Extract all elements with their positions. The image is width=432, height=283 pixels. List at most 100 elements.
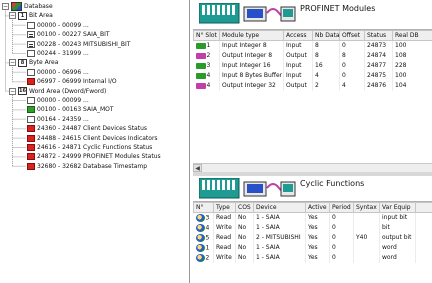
tree-item[interactable]: 00000 - 06996 ... <box>27 68 89 77</box>
table-cell <box>353 222 380 233</box>
collapse-toggle[interactable]: − <box>9 12 16 20</box>
table-row[interactable]: 3 Read No 1 - SAIA Yes 0 input bit <box>193 212 432 223</box>
tree-item[interactable]: 24872 - 24999 PROFINET Modules Status <box>27 152 161 161</box>
table-cell: 1 - SAIA <box>253 252 306 263</box>
function-number-cell: 4 <box>193 222 214 233</box>
tree-item[interactable]: 24616 - 24871 Cyclic Functions Status <box>27 143 152 152</box>
tree-item[interactable]: 00100 - 00227 SAIA_BIT <box>27 30 110 39</box>
table-row[interactable]: 2 Write No 1 - SAIA Yes 0 word <box>193 252 432 263</box>
table-cell: Input Integer 8 <box>219 40 284 51</box>
table-cell: 0 <box>329 252 354 263</box>
function-number-cell: 5 <box>193 232 214 243</box>
profinet-modules-header: PROFINET Modules <box>193 0 432 30</box>
column-header[interactable]: Device <box>253 202 306 213</box>
column-header[interactable]: Access <box>283 30 313 41</box>
table-cell <box>353 212 380 223</box>
table-cell: No <box>235 252 254 263</box>
table-cell: Write <box>213 252 236 263</box>
table-cell: 24874 <box>364 50 393 61</box>
table-cell: 0 <box>339 70 365 81</box>
function-number-cell: 1 <box>193 242 214 253</box>
table-row[interactable]: 4 Input 8 Bytes Buffer Input 4 0 24875 100 <box>193 70 432 81</box>
tree-group[interactable]: −8 Byte Area <box>9 58 58 67</box>
table-cell: Yes <box>305 242 330 253</box>
tree-item-label: 00000 - 06996 ... <box>37 68 89 76</box>
table-row[interactable]: 5 Read No 2 - MITSUBISHI Yes 0 Y40 output bit <box>193 232 432 243</box>
tree-group[interactable]: −1 Bit Area <box>9 11 53 20</box>
column-header[interactable]: N° <box>193 202 214 213</box>
slot-number: 1 <box>206 42 211 50</box>
collapse-toggle[interactable]: − <box>2 3 9 10</box>
column-header[interactable]: Type <box>213 202 236 213</box>
column-header[interactable]: Real DB <box>392 30 432 41</box>
slot-number: 3 <box>206 62 211 69</box>
module-icon <box>195 42 206 49</box>
table-cell: 0 <box>329 212 354 223</box>
function-number: 4 <box>205 224 210 231</box>
column-header[interactable] <box>415 202 432 213</box>
column-header[interactable]: Offset <box>339 30 365 41</box>
tree-item[interactable]: 00164 - 24359 ... <box>27 115 89 124</box>
tree-item[interactable]: 24488 - 24615 Client Devices Indicators <box>27 134 158 143</box>
tree-group-label: Bit Area <box>29 12 53 20</box>
tree-item[interactable]: 00100 - 00163 SAIA_MOT <box>27 105 114 114</box>
slot-cell: 1 <box>193 40 220 51</box>
tree-root-database[interactable]: − Database <box>2 2 53 11</box>
table-cell: Yes <box>305 252 330 263</box>
tree-item[interactable]: 00000 - 00099 ... <box>27 21 89 30</box>
tree-item[interactable]: 06997 - 06999 Internal I/O <box>27 77 117 86</box>
table-row[interactable]: 3 Input Integer 16 Input 16 0 24877 228 <box>193 60 432 71</box>
tree-root-label: Database <box>24 3 53 10</box>
tree-group-label: Byte Area <box>29 59 59 67</box>
table-cell: 8 <box>312 50 340 61</box>
column-header[interactable]: Syntax <box>353 202 380 213</box>
table-cell: 4 <box>339 80 365 91</box>
table-cell <box>353 242 380 253</box>
cyclic-function-icon <box>195 233 205 242</box>
table-cell: bit <box>379 222 416 233</box>
table-row[interactable]: 1 Input Integer 8 Input 8 0 24873 100 <box>193 40 432 51</box>
table-cell: Write <box>213 222 236 233</box>
table-cell: Input <box>283 70 313 81</box>
table-cell: Output Integer 8 <box>219 50 284 61</box>
slot-number: 2 <box>206 52 211 59</box>
table-row[interactable]: 2 Output Integer 8 Output 8 8 24874 108 <box>193 50 432 61</box>
table-cell: 24876 <box>364 80 393 91</box>
red-range-icon <box>27 125 35 133</box>
table-cell: 4 <box>312 70 340 81</box>
modules-horizontal-scrollbar[interactable]: ◀ <box>193 163 432 172</box>
tree-item[interactable]: 24360 - 24487 Client Devices Status <box>27 124 147 133</box>
collapse-toggle[interactable]: − <box>9 59 16 67</box>
slot-number: 4 <box>206 72 211 79</box>
tree-group[interactable]: −16 Word Area (Dword/Fword) <box>9 87 106 96</box>
column-header[interactable]: Active <box>305 202 330 213</box>
column-header[interactable]: Status <box>364 30 393 41</box>
table-row[interactable]: 1 Read No 1 - SAIA Yes 0 word <box>193 242 432 253</box>
function-number-cell: 3 <box>193 212 214 223</box>
tree-item[interactable]: 00228 - 00243 MITSUBISHI_BIT <box>27 40 130 49</box>
column-header[interactable]: Module type <box>219 30 284 41</box>
column-header[interactable]: N° Slot <box>193 30 220 41</box>
table-row[interactable]: 4 Write No 1 - SAIA Yes 0 bit <box>193 222 432 233</box>
column-header[interactable]: Var Equip <box>379 202 416 213</box>
tree-item[interactable]: 00000 - 00099 ... <box>27 96 89 105</box>
function-number: 2 <box>205 254 210 261</box>
table-cell: word <box>379 242 416 253</box>
scroll-left-button[interactable]: ◀ <box>193 164 202 172</box>
red-range-icon <box>27 78 35 86</box>
tree-item[interactable]: 00244 - 31999 ... <box>27 49 89 58</box>
table-cell: Y40 <box>353 232 380 243</box>
column-header[interactable]: COS <box>235 202 254 213</box>
column-header[interactable]: Nb Data <box>312 30 340 41</box>
empty-range-icon <box>27 68 35 76</box>
table-cell: Read <box>213 232 236 243</box>
table-row[interactable]: 4 Output Integer 32 Output 2 4 24876 104 <box>193 80 432 91</box>
collapse-toggle[interactable]: − <box>9 87 16 95</box>
bit-area-icon: 1 <box>18 11 27 20</box>
slot-number: 4 <box>206 82 211 89</box>
column-header[interactable]: Period <box>329 202 354 213</box>
tree-item[interactable]: 32680 - 32682 Database Timestamp <box>27 162 147 171</box>
table-cell: 2 <box>312 80 340 91</box>
table-cell: No <box>235 212 254 223</box>
table-cell: 100 <box>392 40 432 51</box>
